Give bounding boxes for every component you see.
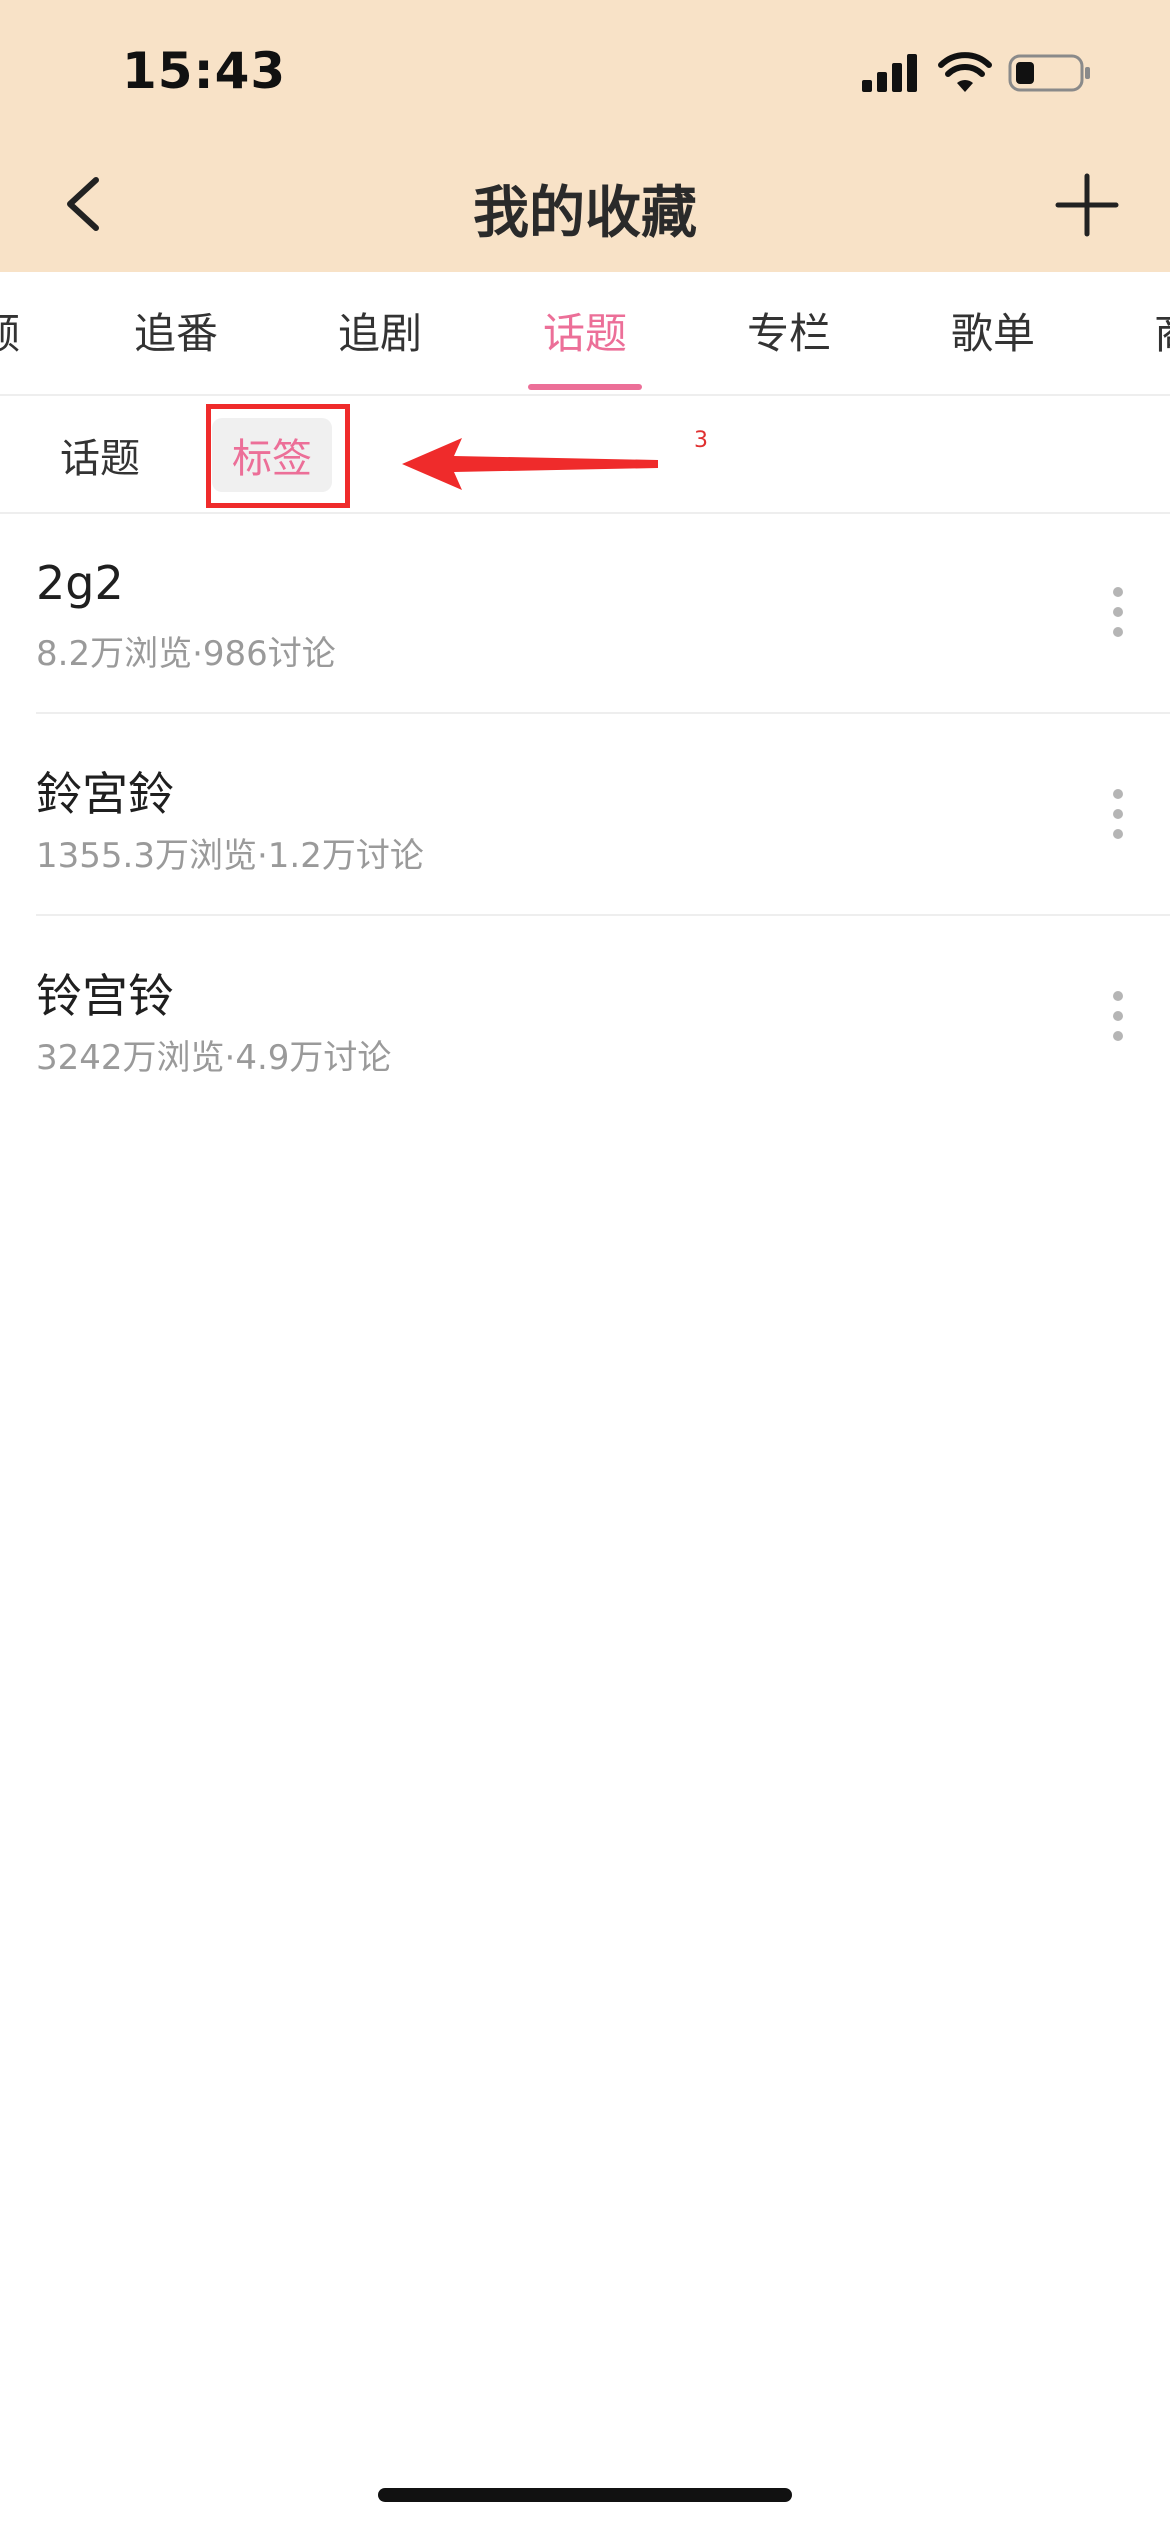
tab-gedan[interactable]: 歌单	[951, 300, 1035, 361]
tab-partial-left[interactable]: 频	[0, 300, 20, 361]
more-vertical-icon[interactable]	[1110, 990, 1126, 1042]
list-item[interactable]: 鈴宮鈴 1355.3万浏览·1.2万讨论	[36, 714, 1170, 916]
page-title: 我的收藏	[473, 181, 697, 246]
tab-zhuiju[interactable]: 追剧	[338, 300, 422, 361]
signal-icon	[862, 54, 917, 92]
annotation-number: 3	[694, 428, 708, 453]
battery-icon	[1008, 54, 1090, 92]
status-icons	[860, 52, 1092, 94]
list-item[interactable]: 2g2 8.2万浏览·986讨论	[36, 512, 1170, 714]
wifi-icon	[938, 52, 992, 92]
category-tabs: 频 追番 追剧 话题 专栏 歌单 商	[0, 272, 1170, 396]
home-indicator[interactable]	[378, 2488, 792, 2502]
tab-partial-right[interactable]: 商	[1154, 300, 1170, 361]
tab-zhuifan[interactable]: 追番	[134, 300, 218, 361]
item-title: 铃宫铃	[36, 969, 174, 1023]
item-meta: 3242万浏览·4.9万讨论	[36, 1038, 392, 1078]
tab-huati[interactable]: 话题	[543, 300, 627, 361]
item-meta: 8.2万浏览·986讨论	[36, 634, 336, 674]
tag-list: 2g2 8.2万浏览·986讨论 鈴宮鈴 1355.3万浏览·1.2万讨论 铃宫…	[0, 512, 1170, 1116]
item-title: 2g2	[36, 556, 124, 610]
plus-icon[interactable]	[1054, 172, 1120, 238]
header: 15:43 我的收藏	[0, 0, 1170, 272]
status-time: 15:43	[122, 42, 287, 100]
active-tab-indicator	[528, 384, 642, 390]
annotation-arrow-icon	[402, 438, 658, 490]
more-vertical-icon[interactable]	[1110, 586, 1126, 638]
item-meta: 1355.3万浏览·1.2万讨论	[36, 836, 424, 876]
more-vertical-icon[interactable]	[1110, 788, 1126, 840]
annotation-highlight-box	[206, 404, 350, 508]
item-title: 鈴宮鈴	[36, 767, 174, 821]
subtab-huati[interactable]: 话题	[40, 418, 160, 492]
tab-zhuanlan[interactable]: 专栏	[747, 300, 831, 361]
list-item[interactable]: 铃宫铃 3242万浏览·4.9万讨论	[36, 916, 1170, 1116]
